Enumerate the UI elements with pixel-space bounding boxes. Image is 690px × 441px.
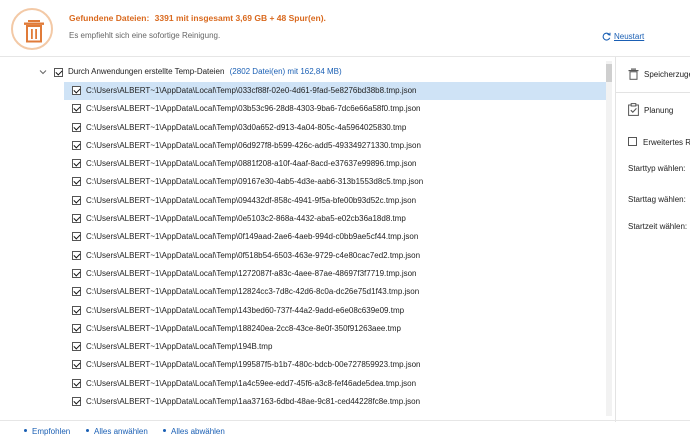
bullet-icon <box>86 429 89 433</box>
select-all-label: Alles anwählen <box>94 427 148 436</box>
file-row[interactable]: C:\Users\ALBERT~1\AppData\Local\Temp\128… <box>0 283 612 301</box>
right-panel-divider <box>616 92 690 93</box>
file-path: C:\Users\ALBERT~1\AppData\Local\Temp\127… <box>86 268 417 278</box>
file-path: C:\Users\ALBERT~1\AppData\Local\Temp\0f1… <box>86 232 419 242</box>
file-row[interactable]: C:\Users\ALBERT~1\AppData\Local\Temp\0e5… <box>0 210 612 228</box>
file-checkbox[interactable] <box>72 159 81 169</box>
file-path: C:\Users\ALBERT~1\AppData\Local\Temp\088… <box>86 159 417 169</box>
file-checkbox[interactable] <box>72 177 81 187</box>
file-checkbox[interactable] <box>72 86 81 95</box>
file-checkbox[interactable] <box>72 397 81 407</box>
file-row[interactable]: C:\Users\ALBERT~1\AppData\Local\Temp\0f5… <box>0 247 612 265</box>
file-row[interactable]: C:\Users\ALBERT~1\AppData\Local\Temp\194… <box>0 338 612 356</box>
start-time-label: Startzeit wählen: <box>628 222 688 231</box>
file-row[interactable]: C:\Users\ALBERT~1\AppData\Local\Temp\033… <box>64 82 609 101</box>
trash-icon <box>628 68 639 80</box>
select-all-link[interactable]: Alles anwählen <box>86 427 148 436</box>
group-checkbox[interactable] <box>54 68 63 77</box>
file-checkbox[interactable] <box>72 305 81 315</box>
recommendation-text: Es empfiehlt sich eine sofortige Reinigu… <box>69 31 221 40</box>
found-files-summary: Gefundene Dateien: 3391 mit insgesamt 3,… <box>69 13 326 23</box>
file-path: C:\Users\ALBERT~1\AppData\Local\Temp\06d… <box>86 140 421 150</box>
group-count: (2802 Datei(en) mit 162,84 MB) <box>229 67 342 76</box>
results-header: Gefundene Dateien: 3391 mit insgesamt 3,… <box>0 0 690 56</box>
right-panel: Speicherzuge Planung Erweitertes Re Star… <box>615 57 690 422</box>
group-row-temp-files[interactable]: Durch Anwendungen erstellte Temp-Dateien… <box>0 64 612 81</box>
file-checkbox[interactable] <box>72 287 81 297</box>
file-path: C:\Users\ALBERT~1\AppData\Local\Temp\194… <box>86 342 273 352</box>
file-path: C:\Users\ALBERT~1\AppData\Local\Temp\188… <box>86 323 401 333</box>
footer-bar: Empfohlen Alles anwählen Alles abwählen <box>0 421 690 441</box>
file-checkbox[interactable] <box>72 378 81 388</box>
recommended-link[interactable]: Empfohlen <box>24 427 70 436</box>
scrollbar[interactable] <box>606 61 612 416</box>
file-checkbox[interactable] <box>72 323 81 333</box>
bullet-icon <box>163 429 166 433</box>
file-row[interactable]: C:\Users\ALBERT~1\AppData\Local\Temp\03b… <box>0 100 612 118</box>
file-row[interactable]: C:\Users\ALBERT~1\AppData\Local\Temp\188… <box>0 320 612 338</box>
trash-icon <box>11 8 53 50</box>
refresh-icon <box>602 32 611 41</box>
file-row[interactable]: C:\Users\ALBERT~1\AppData\Local\Temp\091… <box>0 173 612 191</box>
deselect-all-label: Alles abwählen <box>171 427 225 436</box>
file-row[interactable]: C:\Users\ALBERT~1\AppData\Local\Temp\094… <box>0 192 612 210</box>
file-path: C:\Users\ALBERT~1\AppData\Local\Temp\091… <box>86 177 424 187</box>
file-path: C:\Users\ALBERT~1\AppData\Local\Temp\0e5… <box>86 214 406 224</box>
file-checkbox[interactable] <box>72 250 81 260</box>
file-path: C:\Users\ALBERT~1\AppData\Local\Temp\03d… <box>86 122 407 132</box>
file-row[interactable]: C:\Users\ALBERT~1\AppData\Local\Temp\088… <box>0 155 612 173</box>
storage-label[interactable]: Speicherzuge <box>644 70 690 79</box>
recommended-label: Empfohlen <box>32 427 71 436</box>
chevron-down-icon[interactable] <box>39 68 47 76</box>
header-divider <box>0 56 690 57</box>
file-checkbox[interactable] <box>72 268 81 278</box>
file-path: C:\Users\ALBERT~1\AppData\Local\Temp\033… <box>86 86 417 95</box>
clipboard-check-icon <box>628 103 639 116</box>
file-checkbox[interactable] <box>72 232 81 242</box>
file-checkbox[interactable] <box>72 195 81 205</box>
start-type-label: Starttyp wählen: <box>628 164 686 173</box>
found-files-label: Gefundene Dateien: <box>69 13 150 23</box>
file-checkbox[interactable] <box>72 360 81 370</box>
file-path: C:\Users\ALBERT~1\AppData\Local\Temp\128… <box>86 287 420 297</box>
file-row[interactable]: C:\Users\ALBERT~1\AppData\Local\Temp\0f1… <box>0 228 612 246</box>
file-path: C:\Users\ALBERT~1\AppData\Local\Temp\1a4… <box>86 378 417 388</box>
file-path: C:\Users\ALBERT~1\AppData\Local\Temp\1aa… <box>86 397 421 407</box>
scrollbar-thumb[interactable] <box>606 64 612 82</box>
file-checkbox[interactable] <box>72 342 81 352</box>
file-row[interactable]: C:\Users\ALBERT~1\AppData\Local\Temp\199… <box>0 356 612 374</box>
file-row[interactable]: C:\Users\ALBERT~1\AppData\Local\Temp\1a4… <box>0 375 612 393</box>
file-path: C:\Users\ALBERT~1\AppData\Local\Temp\094… <box>86 195 417 205</box>
restart-link[interactable]: Neustart <box>602 32 644 41</box>
file-checkbox[interactable] <box>72 104 81 114</box>
file-row[interactable]: C:\Users\ALBERT~1\AppData\Local\Temp\143… <box>0 302 612 320</box>
file-path: C:\Users\ALBERT~1\AppData\Local\Temp\0f5… <box>86 250 421 260</box>
restart-label: Neustart <box>614 32 645 41</box>
file-row[interactable]: C:\Users\ALBERT~1\AppData\Local\Temp\127… <box>0 265 612 283</box>
schedule-label[interactable]: Planung <box>644 106 673 115</box>
found-files-detail: 3391 mit insgesamt 3,69 GB + 48 Spur(en)… <box>154 13 326 23</box>
file-list: Durch Anwendungen erstellte Temp-Dateien… <box>0 61 612 416</box>
start-day-label: Starttag wählen: <box>628 195 686 204</box>
file-path: C:\Users\ALBERT~1\AppData\Local\Temp\143… <box>86 305 405 315</box>
bullet-icon <box>24 429 27 433</box>
file-checkbox[interactable] <box>72 140 81 150</box>
file-checkbox[interactable] <box>72 214 81 224</box>
file-path: C:\Users\ALBERT~1\AppData\Local\Temp\03b… <box>86 104 421 114</box>
file-row[interactable]: C:\Users\ALBERT~1\AppData\Local\Temp\1aa… <box>0 393 612 411</box>
group-label: Durch Anwendungen erstellte Temp-Dateien… <box>68 67 342 76</box>
advanced-checkbox[interactable] <box>628 137 637 146</box>
deselect-all-link[interactable]: Alles abwählen <box>163 427 225 436</box>
advanced-label: Erweitertes Re <box>643 138 690 147</box>
file-row[interactable]: C:\Users\ALBERT~1\AppData\Local\Temp\03d… <box>0 119 612 137</box>
file-row[interactable]: C:\Users\ALBERT~1\AppData\Local\Temp\06d… <box>0 137 612 155</box>
group-title: Durch Anwendungen erstellte Temp-Dateien <box>68 67 225 76</box>
file-path: C:\Users\ALBERT~1\AppData\Local\Temp\199… <box>86 360 421 370</box>
file-rows: C:\Users\ALBERT~1\AppData\Local\Temp\033… <box>0 82 612 411</box>
file-checkbox[interactable] <box>72 122 81 132</box>
